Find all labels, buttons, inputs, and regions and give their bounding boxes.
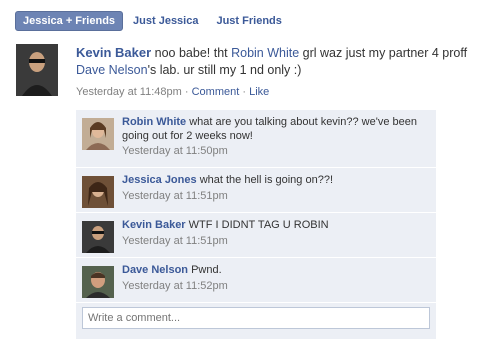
write-comment-box: [76, 303, 436, 339]
comment-author-link[interactable]: Robin White: [122, 116, 186, 128]
comment-item: Kevin Baker WTF I DIDNT TAG U ROBIN Yest…: [76, 213, 436, 258]
tagged-dave-nelson-link[interactable]: Dave Nelson: [76, 63, 148, 77]
story-body: Kevin Baker noo babe! tht Robin White gr…: [76, 44, 476, 101]
comment-author-link[interactable]: Dave Nelson: [122, 264, 188, 276]
tab-just-friends[interactable]: Just Friends: [208, 11, 289, 31]
comment-text-block: Jessica Jones what the hell is going on?…: [122, 174, 428, 203]
avatar[interactable]: [82, 176, 114, 208]
comment-list: Robin White what are you talking about k…: [76, 110, 436, 339]
write-comment-input[interactable]: [82, 307, 430, 329]
comment-timestamp: Yesterday at 11:51pm: [122, 234, 228, 247]
comment-timestamp: Yesterday at 11:51pm: [122, 189, 228, 202]
comment-item: Dave Nelson Pwnd. Yesterday at 11:52pm: [76, 258, 436, 303]
tab-just-jessica[interactable]: Just Jessica: [125, 11, 206, 31]
comment-text: Pwnd.: [191, 264, 222, 276]
profile-photo-icon: [82, 176, 114, 208]
profile-photo-icon: [16, 44, 58, 96]
profile-photo-icon: [82, 221, 114, 253]
profile-photo-icon: [82, 118, 114, 150]
comment-text-block: Dave Nelson Pwnd. Yesterday at 11:52pm: [122, 264, 428, 293]
story-timestamp: Yesterday at 11:48pm: [76, 86, 182, 98]
story-text-2: grl waz just my partner 4 proff: [299, 46, 468, 60]
story-meta: Yesterday at 11:48pm · Comment · Like: [76, 84, 476, 101]
story-text-0: noo babe! tht: [154, 46, 232, 60]
comment-item: Jessica Jones what the hell is going on?…: [76, 168, 436, 213]
avatar[interactable]: [82, 266, 114, 298]
story-text-4: 's lab. ur still my 1 nd only :): [147, 63, 302, 77]
like-link[interactable]: Like: [249, 86, 269, 98]
comment-item: Robin White what are you talking about k…: [76, 110, 436, 168]
comment-link[interactable]: Comment: [192, 86, 240, 98]
comment-text-block: Kevin Baker WTF I DIDNT TAG U ROBIN Yest…: [122, 219, 428, 248]
comment-text-block: Robin White what are you talking about k…: [122, 116, 428, 159]
comment-timestamp: Yesterday at 11:52pm: [122, 279, 228, 292]
avatar[interactable]: [82, 221, 114, 253]
avatar[interactable]: [82, 118, 114, 150]
tagged-robin-white-link[interactable]: Robin White: [231, 46, 299, 60]
meta-separator: ·: [242, 86, 247, 98]
story-message: Kevin Baker noo babe! tht Robin White gr…: [76, 44, 476, 79]
comment-text: what the hell is going on??!: [199, 174, 334, 186]
feed-filter-tabs: Jessica + Friends Just Jessica Just Frie…: [15, 10, 292, 32]
comment-author-link[interactable]: Jessica Jones: [122, 174, 197, 186]
story-author-link[interactable]: Kevin Baker: [76, 45, 151, 60]
tab-jessica-plus-friends[interactable]: Jessica + Friends: [15, 11, 124, 31]
comment-author-link[interactable]: Kevin Baker: [122, 219, 186, 231]
comment-text: WTF I DIDNT TAG U ROBIN: [188, 219, 329, 231]
avatar[interactable]: [16, 44, 58, 96]
meta-separator: ·: [184, 86, 189, 98]
comment-timestamp: Yesterday at 11:50pm: [122, 145, 228, 157]
profile-photo-icon: [82, 266, 114, 298]
